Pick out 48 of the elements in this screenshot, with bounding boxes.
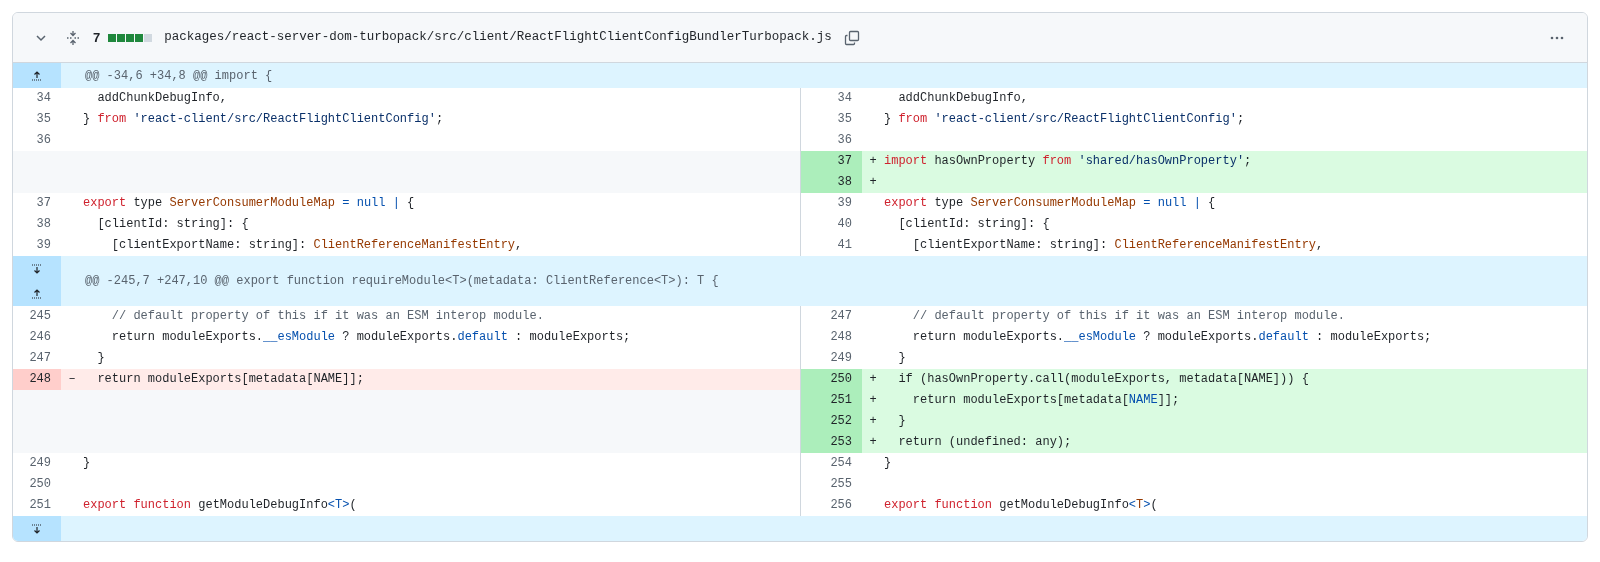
code-line: // default property of this if it was an ESM interop module. [110, 308, 544, 325]
expand-up-icon[interactable] [13, 63, 61, 88]
code-line: return moduleExports[metadata[NAME]]; [96, 371, 364, 388]
hunk-header: @@ -34,6 +34,8 @@ import { [84, 67, 273, 85]
code-line: return moduleExports.__esModule ? moduleExports.default : moduleExports; [110, 329, 631, 346]
diff-sign: + [868, 371, 878, 388]
line-number: 250 [801, 369, 862, 390]
code-line: [clientId: string]: { [897, 216, 1050, 233]
code-line: export type ServerConsumerModuleMap = null | { [83, 195, 415, 212]
diff-sign: + [868, 392, 878, 409]
line-number: 253 [801, 432, 862, 453]
hunk-header: @@ -245,7 +247,10 @@ export function requireModule<T>(metadata: ClientReference<T>): T { [84, 273, 719, 290]
code-line: addChunkDebugInfo, [897, 90, 1029, 107]
diff-sign: + [868, 434, 878, 451]
code-line: [clientExportName: string]: ClientReferenceManifestEntry, [110, 237, 523, 254]
code-line: // default property of this if it was an ESM interop module. [911, 308, 1345, 325]
code-line: export function getModuleDebugInfo<T>( [83, 497, 357, 514]
code-line: return (undefined: any); [897, 434, 1072, 451]
expand-up-icon[interactable] [13, 281, 61, 306]
code-line: if (hasOwnProperty.call(moduleExports, metadata[NAME])) { [897, 371, 1309, 388]
code-line: addChunkDebugInfo, [96, 90, 228, 107]
line-number: 251 [801, 390, 862, 411]
code-line: } from 'react-client/src/ReactFlightClientConfig'; [884, 111, 1245, 128]
line-number: 248 [13, 369, 61, 390]
code-line: } from 'react-client/src/ReactFlightClientConfig'; [83, 111, 444, 128]
diff-sign: + [868, 153, 878, 170]
line-number: 37 [801, 151, 862, 172]
diff-sign: + [868, 413, 878, 430]
code-line: } [884, 455, 892, 472]
code-line: [clientExportName: string]: ClientReferenceManifestEntry, [911, 237, 1324, 254]
code-line: } [96, 350, 105, 367]
code-line: return moduleExports[metadata[NAME]]; [911, 392, 1180, 409]
diff-sign: + [868, 174, 878, 191]
code-line: [clientId: string]: { [96, 216, 249, 233]
file-path[interactable]: packages/react-server-dom-turbopack/src/client/ReactFlightClientConfigBundlerTurbopack.js [164, 28, 832, 47]
line-number: 38 [801, 172, 862, 193]
code-line: import hasOwnProperty from 'shared/hasOwnProperty'; [884, 153, 1252, 170]
code-line: return moduleExports.__esModule ? moduleExports.default : moduleExports; [911, 329, 1432, 346]
diff-sign: – [67, 371, 77, 388]
expand-down-icon[interactable] [13, 256, 61, 281]
expand-down-icon[interactable] [13, 516, 61, 541]
change-count: 7 [93, 28, 101, 47]
code-line: export type ServerConsumerModuleMap = null | { [884, 195, 1216, 212]
line-number: 252 [801, 411, 862, 432]
code-line: export function getModuleDebugInfo<T>( [884, 497, 1158, 514]
code-line: } [897, 350, 906, 367]
code-line: } [897, 413, 906, 430]
code-line: } [83, 455, 91, 472]
